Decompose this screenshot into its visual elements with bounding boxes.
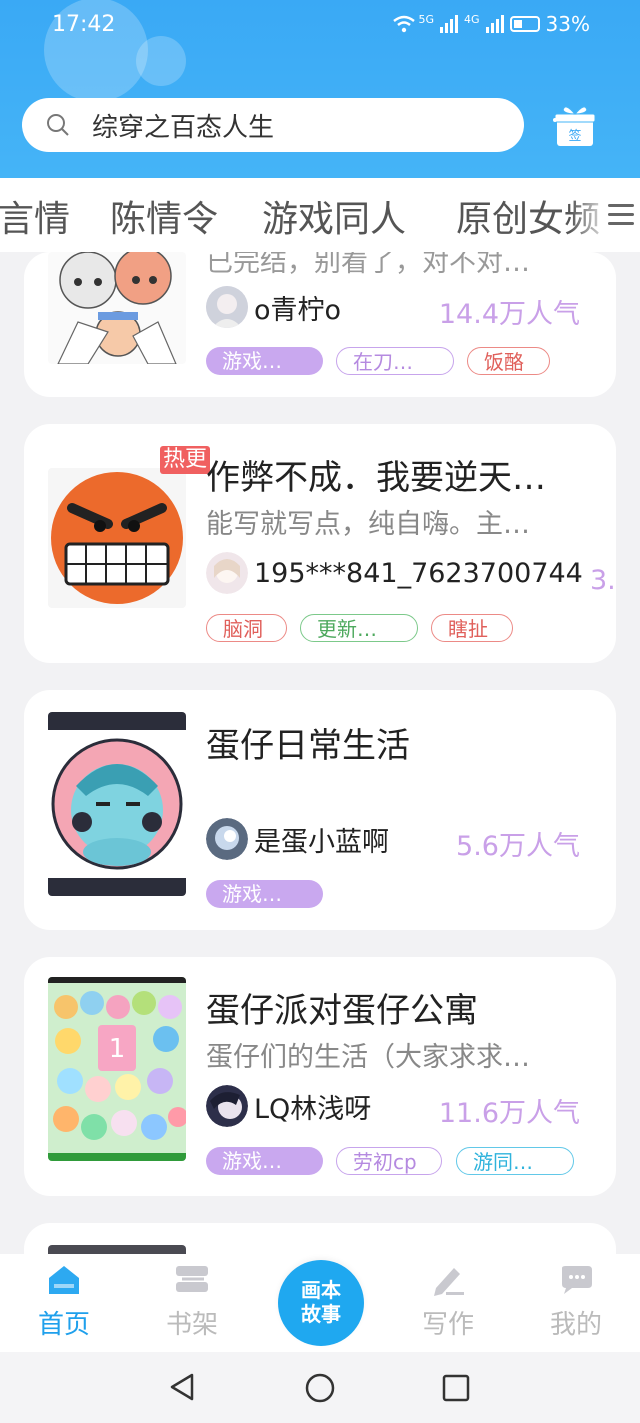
pencil-icon bbox=[434, 1268, 464, 1296]
tab-game-fanfic[interactable]: 游戏同人 bbox=[262, 190, 406, 242]
nav-bookshelf[interactable]: 书架 bbox=[152, 1264, 232, 1341]
center-line-1: 画本 bbox=[301, 1278, 341, 1302]
wifi-icon bbox=[393, 15, 416, 33]
bookshelf-icon bbox=[176, 1266, 208, 1292]
tag[interactable]: 劳初cp bbox=[336, 1147, 442, 1175]
story-card-2[interactable]: 热更 作弊不成．我要逆天… 能写就写点，纯自嗨。主… 195***841_762… bbox=[24, 424, 616, 663]
gift-icon: 签 bbox=[553, 106, 596, 146]
story-cover-1 bbox=[48, 252, 186, 364]
story-title-3: 蛋仔日常生活 bbox=[206, 726, 410, 766]
story-title-4: 蛋仔派对蛋仔公寓 bbox=[206, 991, 478, 1031]
tag[interactable]: 瞎扯 bbox=[431, 614, 513, 642]
menu-icon[interactable] bbox=[608, 198, 634, 228]
avatar bbox=[206, 1085, 248, 1127]
story-title-2: 作弊不成．我要逆天… bbox=[206, 458, 546, 498]
tab-romance[interactable]: 言情 bbox=[0, 190, 70, 242]
tag[interactable]: 脑洞 bbox=[206, 614, 287, 642]
tag[interactable]: 游戏… bbox=[206, 1147, 323, 1175]
status-icons: 5G 4G 33% bbox=[392, 12, 590, 36]
tag[interactable]: 游同… bbox=[456, 1147, 574, 1175]
back-icon[interactable] bbox=[168, 1372, 198, 1402]
avatar bbox=[206, 552, 248, 594]
story-author-2: 195***841_7623700744 bbox=[206, 552, 583, 594]
author-name: o青柠o bbox=[254, 294, 342, 326]
hot-update-badge: 热更 bbox=[160, 446, 211, 474]
story-desc-1: 已完结，别看了，对不对… bbox=[206, 252, 530, 278]
nav-bookshelf-label: 书架 bbox=[165, 1310, 218, 1340]
story-card-3[interactable]: 蛋仔日常生活 是蛋小蓝啊 5.6万人气 游戏… bbox=[24, 690, 616, 930]
story-cover-2 bbox=[48, 468, 186, 608]
tag[interactable]: 在刀… bbox=[336, 347, 454, 375]
story-author-3: 是蛋小蓝啊 bbox=[206, 818, 389, 860]
popularity: 3.1万人气 bbox=[590, 565, 616, 596]
tag[interactable]: 游戏… bbox=[206, 347, 323, 375]
search-icon bbox=[47, 114, 69, 136]
tag[interactable]: 游戏… bbox=[206, 880, 323, 908]
nav-write-label: 写作 bbox=[421, 1310, 474, 1340]
story-desc-4: 蛋仔们的生活（大家求求… bbox=[206, 1042, 530, 1073]
author-name: 是蛋小蓝啊 bbox=[254, 826, 389, 858]
system-nav-bar bbox=[0, 1352, 640, 1423]
decor-bubble-small bbox=[136, 36, 186, 86]
recents-icon[interactable] bbox=[442, 1374, 470, 1402]
story-cover-4: 1 bbox=[48, 977, 186, 1161]
net2-label: 4G bbox=[464, 12, 480, 26]
header-bar: 17:42 5G 4G 33% 综穿之百态人生 签 bbox=[0, 0, 640, 178]
signal-icon-2 bbox=[485, 15, 504, 33]
author-name: 195***841_7623700744 bbox=[254, 557, 583, 589]
home-icon bbox=[49, 1266, 79, 1294]
nav-home[interactable]: 首页 bbox=[24, 1264, 104, 1341]
tab-chenqingling[interactable]: 陈情令 bbox=[110, 190, 218, 242]
battery-icon bbox=[509, 16, 540, 32]
net1-label: 5G bbox=[418, 12, 435, 26]
gift-checkin-button[interactable]: 签 bbox=[551, 102, 599, 148]
tag[interactable]: 饭酪 bbox=[467, 347, 550, 375]
story-card-1[interactable]: 已完结，别看了，对不对… o青柠o 14.4万人气 游戏… 在刀… 饭酪 bbox=[24, 252, 616, 397]
author-name: LQ林浅呀 bbox=[254, 1093, 372, 1125]
svg-text:1: 1 bbox=[109, 1034, 126, 1064]
chat-bubble-icon bbox=[562, 1266, 592, 1294]
avatar bbox=[206, 818, 248, 860]
story-card-4[interactable]: 1 蛋仔派对蛋仔公寓 蛋仔们的生活（大家求求… LQ林浅呀 11.6万人气 游戏… bbox=[24, 957, 616, 1196]
tag[interactable]: 更新… bbox=[300, 614, 418, 642]
nav-me-label: 我的 bbox=[549, 1310, 602, 1340]
story-cover-3 bbox=[48, 712, 186, 896]
search-input[interactable]: 综穿之百态人生 bbox=[22, 98, 524, 152]
gift-label: 签 bbox=[568, 128, 581, 144]
nav-me[interactable]: 我的 bbox=[536, 1264, 616, 1341]
popularity: 14.4万人气 bbox=[438, 299, 580, 330]
category-tabs: 言情 陈情令 游戏同人 原创女频 bbox=[0, 178, 640, 252]
status-bar: 17:42 5G 4G 33% bbox=[0, 8, 640, 42]
popularity: 11.6万人气 bbox=[438, 1098, 580, 1129]
popularity: 5.6万人气 bbox=[456, 831, 580, 862]
center-line-2: 故事 bbox=[301, 1302, 341, 1326]
signal-icon bbox=[440, 15, 459, 33]
battery-level: 33% bbox=[545, 12, 590, 36]
picture-story-button[interactable]: 画本 故事 bbox=[278, 1260, 364, 1346]
search-query: 综穿之百态人生 bbox=[92, 112, 275, 143]
story-desc-2: 能写就写点，纯自嗨。主… bbox=[206, 509, 530, 540]
story-author-4: LQ林浅呀 bbox=[206, 1085, 371, 1127]
avatar bbox=[206, 286, 248, 328]
status-time: 17:42 bbox=[52, 12, 116, 37]
nav-write[interactable]: 写作 bbox=[408, 1264, 488, 1341]
nav-home-label: 首页 bbox=[37, 1310, 90, 1340]
home-circle-icon[interactable] bbox=[304, 1372, 336, 1404]
story-author-1: o青柠o bbox=[206, 286, 341, 328]
